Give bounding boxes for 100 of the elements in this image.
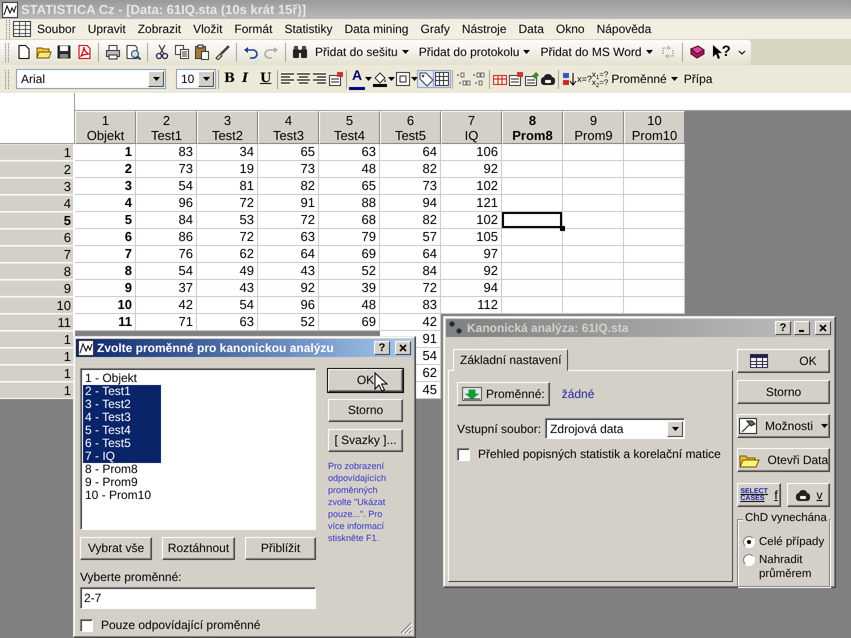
button[interactable]: Roztáhnout (162, 537, 235, 560)
help-button[interactable]: ? (775, 321, 791, 335)
toolbar-button[interactable]: Přidat do sešitu (312, 41, 412, 63)
input-file-select[interactable]: Zdrojová data (545, 418, 686, 440)
list-item[interactable]: 7 - IQ (83, 450, 161, 463)
properties-icon[interactable] (524, 71, 540, 87)
list-item[interactable]: 8 - Prom8 (83, 463, 161, 476)
toolbar-button[interactable]: Proměnné (608, 68, 681, 90)
list-item[interactable]: 10 - Prom10 (83, 489, 161, 502)
print-icon[interactable] (105, 44, 121, 60)
menu-item[interactable]: Nástroje (456, 22, 513, 36)
row-header[interactable]: 11 (0, 314, 75, 331)
border-icon[interactable] (395, 71, 412, 87)
column-header[interactable]: 3 Test2 (197, 111, 258, 144)
tag-icon[interactable] (418, 71, 434, 87)
help-button[interactable]: ? (374, 341, 390, 355)
button[interactable]: OK (737, 349, 830, 373)
list-item[interactable]: 2 - Test1 (83, 385, 161, 398)
close-button[interactable] (815, 321, 831, 335)
column-header[interactable]: 8 Prom8 (502, 111, 563, 144)
menu-item[interactable]: Okno (550, 22, 591, 36)
row-header[interactable]: 10 (0, 297, 75, 314)
sheet-corner[interactable] (0, 93, 75, 144)
row-header[interactable]: 1 (0, 348, 75, 365)
underline-button[interactable]: U (257, 68, 275, 90)
formula-label[interactable]: x=? (577, 74, 592, 84)
list-item[interactable]: 4 - Test3 (83, 411, 161, 424)
button[interactable]: Otevři Data (737, 448, 830, 472)
dropdown-button[interactable] (148, 71, 164, 87)
row-header[interactable]: 3 (0, 178, 75, 195)
weight-button[interactable]: v (787, 483, 830, 507)
dropdown-button[interactable] (667, 420, 684, 437)
toolbar-button[interactable]: Přidat do MS Word (537, 41, 656, 63)
column-header[interactable]: 9 Prom9 (563, 111, 624, 144)
pdf-icon[interactable] (76, 44, 92, 60)
checkbox-label[interactable]: Pouze odpovídající proměnné (101, 618, 260, 633)
menu-item[interactable]: Soubor (31, 22, 82, 36)
row-header[interactable]: 2 (0, 161, 75, 178)
font-color-button[interactable]: A (349, 68, 366, 90)
menu-item[interactable]: Zobrazit (132, 22, 188, 36)
help-pointer-button[interactable]: ? (708, 41, 734, 63)
swap-arrows-icon[interactable] (660, 44, 676, 60)
menu-item[interactable]: Nápověda (590, 22, 658, 36)
column-header[interactable]: 6 Test5 (380, 111, 441, 144)
button[interactable]: Přiblížit (245, 537, 316, 560)
formula-label[interactable]: x$_{2}$=? (592, 79, 608, 87)
column-header[interactable]: 4 Test3 (258, 111, 319, 144)
column-header[interactable]: 2 Test1 (136, 111, 197, 144)
row-header[interactable]: 6 (0, 229, 75, 246)
cut-icon[interactable] (154, 44, 170, 60)
checkbox-label[interactable]: Přehled popisných statistik a korelační matice (478, 447, 721, 462)
copy-icon[interactable] (174, 44, 190, 60)
toolbar-handle[interactable] (5, 70, 9, 88)
resize-grip[interactable] (400, 622, 412, 634)
paste-icon[interactable] (194, 44, 210, 60)
sort-icon[interactable] (561, 71, 578, 87)
properties-icon[interactable] (328, 71, 344, 87)
input-field[interactable]: 2-7 (80, 587, 316, 610)
undo-icon[interactable] (243, 44, 259, 60)
radio-label[interactable]: Celé případy (759, 535, 824, 549)
list-item[interactable]: 1 - Objekt (83, 372, 161, 385)
minimize-button[interactable] (794, 321, 810, 335)
radio-button[interactable] (743, 554, 755, 566)
row-header[interactable]: 1 (0, 144, 75, 161)
more-icon[interactable] (738, 50, 746, 54)
row-header[interactable]: 4 (0, 195, 75, 212)
tab[interactable]: Základní nastavení (453, 349, 568, 372)
toolbar-button[interactable]: Přidat do protokolu (416, 41, 534, 63)
print-preview-icon[interactable] (125, 44, 141, 60)
row-header[interactable]: 9 (0, 280, 75, 297)
menu-item[interactable]: Upravit (82, 22, 132, 36)
row-header[interactable]: 5 (0, 212, 75, 229)
variables-button[interactable]: Proměnné: (457, 382, 550, 406)
dropdown-button[interactable] (198, 71, 214, 87)
radio-label[interactable]: Nahradit průměrem (759, 553, 827, 581)
active-cell[interactable] (502, 212, 563, 229)
size-select[interactable]: 10 (176, 69, 216, 89)
button[interactable]: Možnosti (737, 414, 830, 438)
button[interactable]: Vybrat vše (80, 537, 152, 560)
checkbox[interactable] (80, 619, 93, 632)
grid-icon[interactable] (434, 71, 450, 87)
decimal-icon[interactable] (471, 71, 488, 87)
menu-item[interactable]: Grafy (414, 22, 456, 36)
column-header[interactable]: 10 Prom10 (624, 111, 685, 144)
toolbar-handle[interactable] (5, 42, 9, 62)
radio-button[interactable] (743, 536, 755, 548)
menu-item[interactable]: Formát (228, 22, 278, 36)
menu-item[interactable]: Data (512, 22, 550, 36)
paintbrush-icon[interactable] (214, 44, 230, 60)
new-document-icon[interactable] (16, 44, 32, 60)
row-header[interactable]: 1 (0, 365, 75, 382)
menu-item[interactable]: Vložit (187, 22, 228, 36)
row-header[interactable]: 7 (0, 246, 75, 263)
decimal-icon[interactable] (455, 71, 472, 87)
bold-button[interactable]: B (221, 68, 239, 90)
list-item[interactable]: 9 - Prom9 (83, 476, 161, 489)
list-item[interactable]: 5 - Test4 (83, 424, 161, 437)
button[interactable]: Storno (737, 380, 830, 404)
row-header[interactable]: 1 (0, 331, 75, 348)
close-button[interactable] (395, 341, 411, 355)
